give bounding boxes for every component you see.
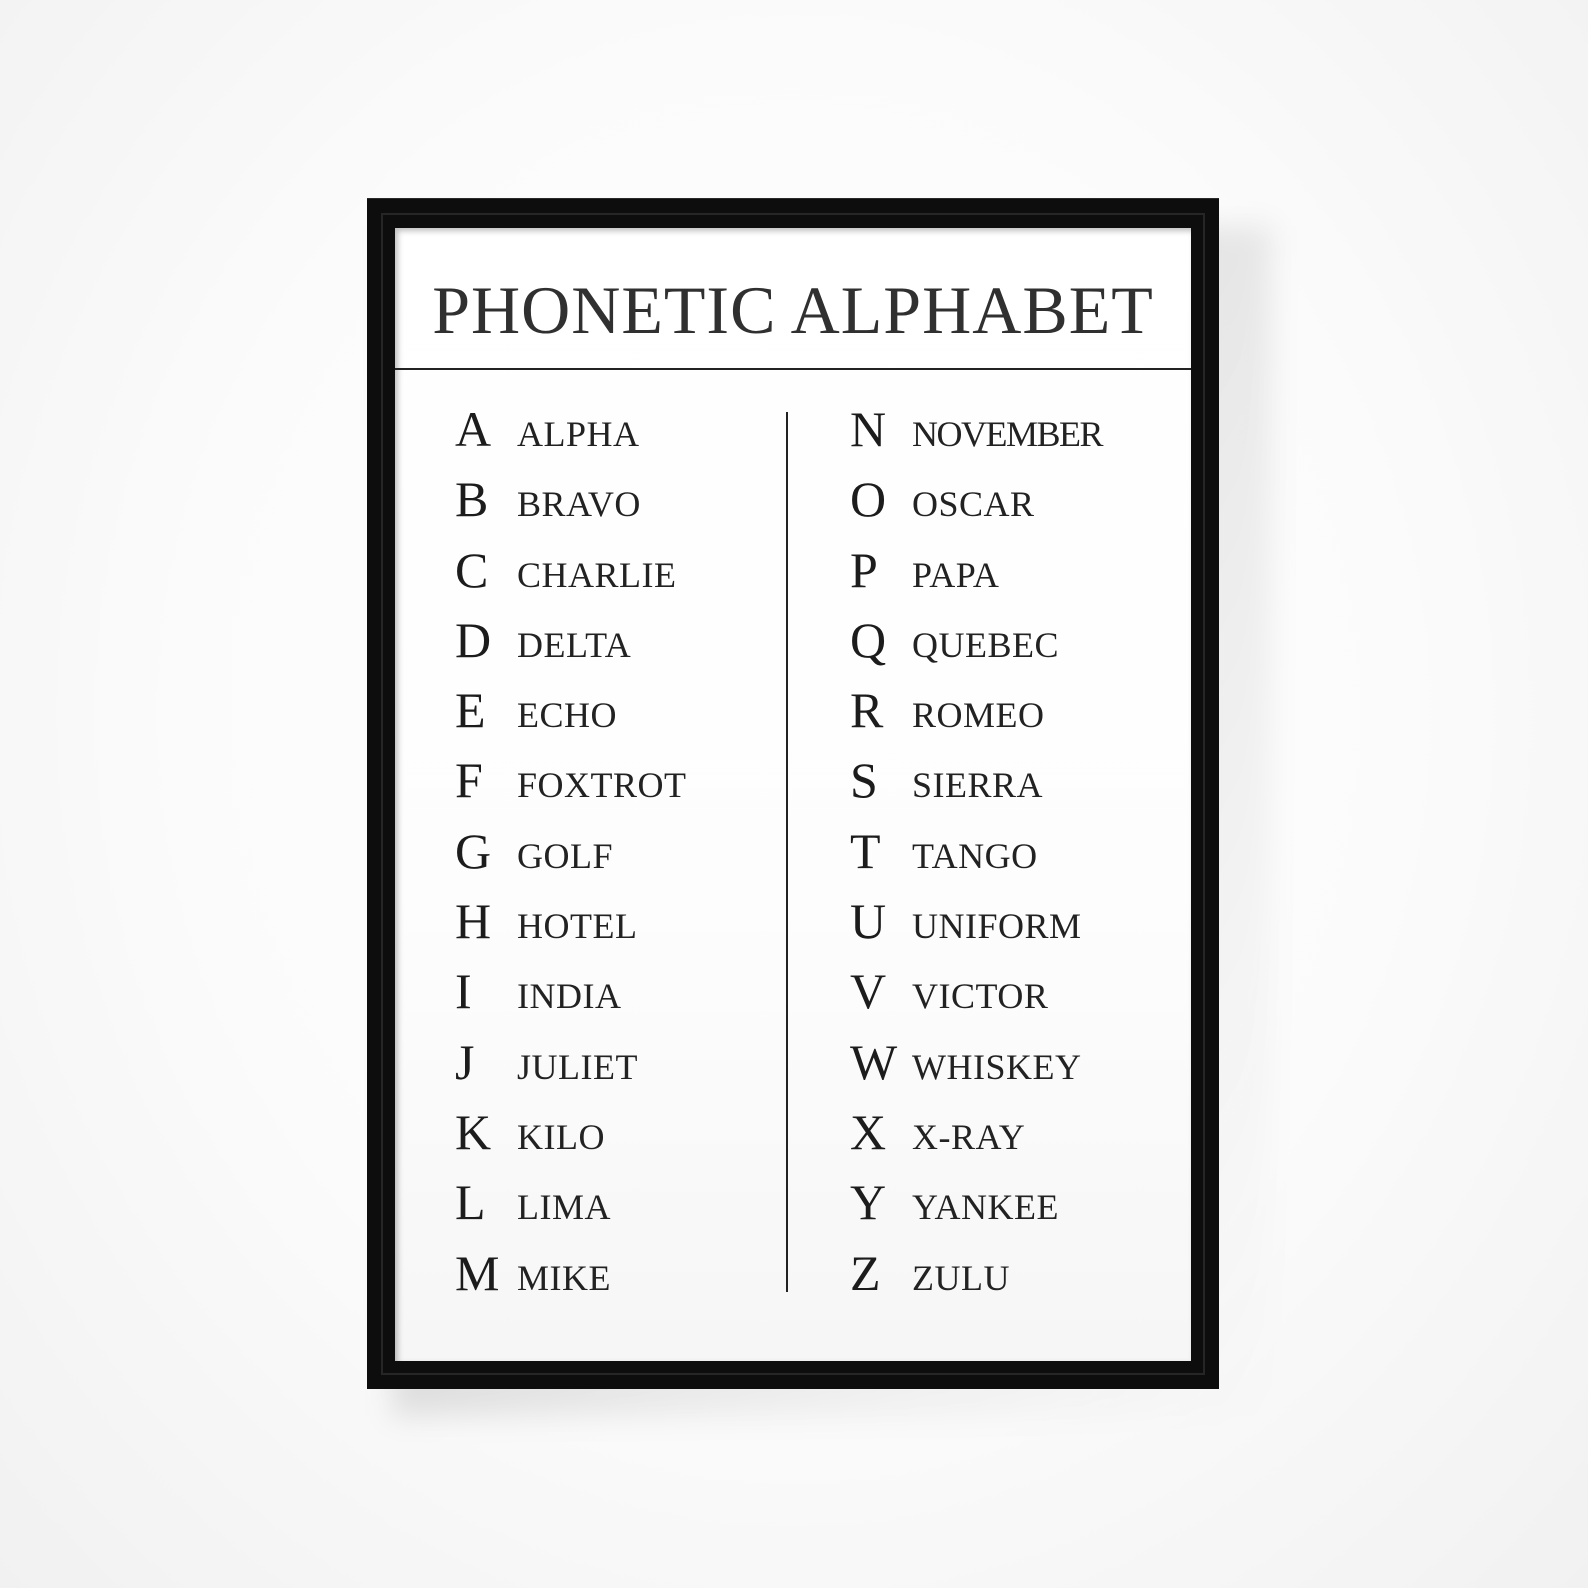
alphabet-row: E ECHO [455,679,775,749]
alphabet-row: R ROMEO [850,679,1170,749]
row-code-word: JULIET [517,1046,638,1087]
row-letter: R [850,682,884,739]
row-letter: F [455,752,483,809]
row-code-word: ECHO [517,695,617,736]
alphabet-row: O OSCAR [850,468,1170,538]
alphabet-row: F FOXTROT [455,749,775,819]
alphabet-row: G GOLF [455,820,775,890]
row-code-word: ZULU [912,1257,1010,1298]
row-letter: O [850,471,887,528]
row-letter: X [850,1103,887,1160]
alphabet-row: K KILO [455,1101,775,1171]
row-code-word: GOLF [517,835,614,876]
row-code-word: KILO [517,1116,605,1157]
row-code-word: TANGO [912,835,1038,876]
right-column: N NOVEMBER O OSCAR P PAPA Q QUEBEC R ROMEO SS… [850,398,1170,1312]
row-letter: M [455,1244,500,1301]
row-letter: S [850,752,878,809]
row-letter: G [455,822,492,879]
row-code-word: OSCAR [912,484,1035,525]
row-letter: V [850,963,887,1020]
alphabet-row: L LIMA [455,1171,775,1241]
picture-frame: PHONETIC ALPHABET A ALPHA B BRAVO C CHARLIE… [367,198,1219,1389]
alphabet-row: X X-RAY [850,1101,1170,1171]
row-letter: P [850,541,878,598]
row-code-word: ROMEO [912,695,1045,736]
alphabet-row: B BRAVO [455,468,775,538]
row-letter: N [850,401,887,457]
row-code-word: DELTA [517,624,632,665]
alphabet-row: Y YANKEE [850,1171,1170,1241]
row-letter: E [455,682,486,739]
row-code-word: HOTEL [517,906,638,947]
alphabet-row: S SIERRA [850,749,1170,819]
row-letter: Z [850,1244,881,1301]
alphabet-row: T TANGO [850,820,1170,890]
alphabet-row: W WHISKEY [850,1031,1170,1101]
alphabet-row: Z ZULU [850,1242,1170,1312]
row-code-word: NOVEMBER [912,414,1104,454]
column-divider-line [786,412,788,1292]
row-letter: L [455,1174,486,1231]
row-code-word: QUEBEC [912,624,1059,665]
row-code-word: WHISKEY [912,1046,1082,1087]
alphabet-row: Q QUEBEC [850,609,1170,679]
row-code-word: LIMA [517,1187,611,1228]
row-letter: I [455,963,472,1020]
row-letter: J [455,1033,475,1090]
alphabet-row: M MIKE [455,1242,775,1312]
row-code-word: CHARLIE [517,554,677,595]
alphabet-row: I INDIA [455,960,775,1030]
alphabet-row: U UNIFORM [850,890,1170,960]
alphabet-row: D DELTA [455,609,775,679]
row-code-word: VICTOR [912,976,1049,1017]
alphabet-row: J JULIET [455,1031,775,1101]
row-code-word: ALPHA [517,414,640,454]
alphabet-row: V VICTOR [850,960,1170,1030]
row-code-word: FOXTROT [517,765,687,806]
row-code-word: UNIFORM [912,906,1082,947]
poster-title: PHONETIC ALPHABET [432,272,1154,348]
left-column: A ALPHA B BRAVO C CHARLIE D DELTA E ECHO F FOX… [455,398,775,1312]
row-code-word: MIKE [517,1257,611,1298]
row-letter: U [850,893,887,950]
row-code-word: SIERRA [912,765,1044,806]
title-divider-line [395,368,1191,370]
row-letter: B [455,471,489,528]
row-code-word: BRAVO [517,484,641,525]
row-code-word: YANKEE [912,1187,1059,1228]
row-letter: A [455,401,492,457]
row-letter: D [455,611,492,668]
row-letter: C [455,541,489,598]
alphabet-row: C CHARLIE [455,539,775,609]
poster: PHONETIC ALPHABET A ALPHA B BRAVO C CHARLIE… [395,228,1191,1361]
row-letter: Q [850,611,887,668]
alphabet-row: P PAPA [850,539,1170,609]
row-letter: H [455,893,492,950]
alphabet-row: H HOTEL [455,890,775,960]
row-code-word: INDIA [517,976,622,1017]
row-letter: T [850,822,881,879]
row-code-word: X-RAY [912,1116,1026,1157]
row-letter: K [455,1103,492,1160]
alphabet-row: N NOVEMBER [850,398,1170,468]
row-letter: W [850,1033,898,1090]
alphabet-row: A ALPHA [455,398,775,468]
row-code-word: PAPA [912,554,1000,595]
row-letter: Y [850,1174,887,1231]
